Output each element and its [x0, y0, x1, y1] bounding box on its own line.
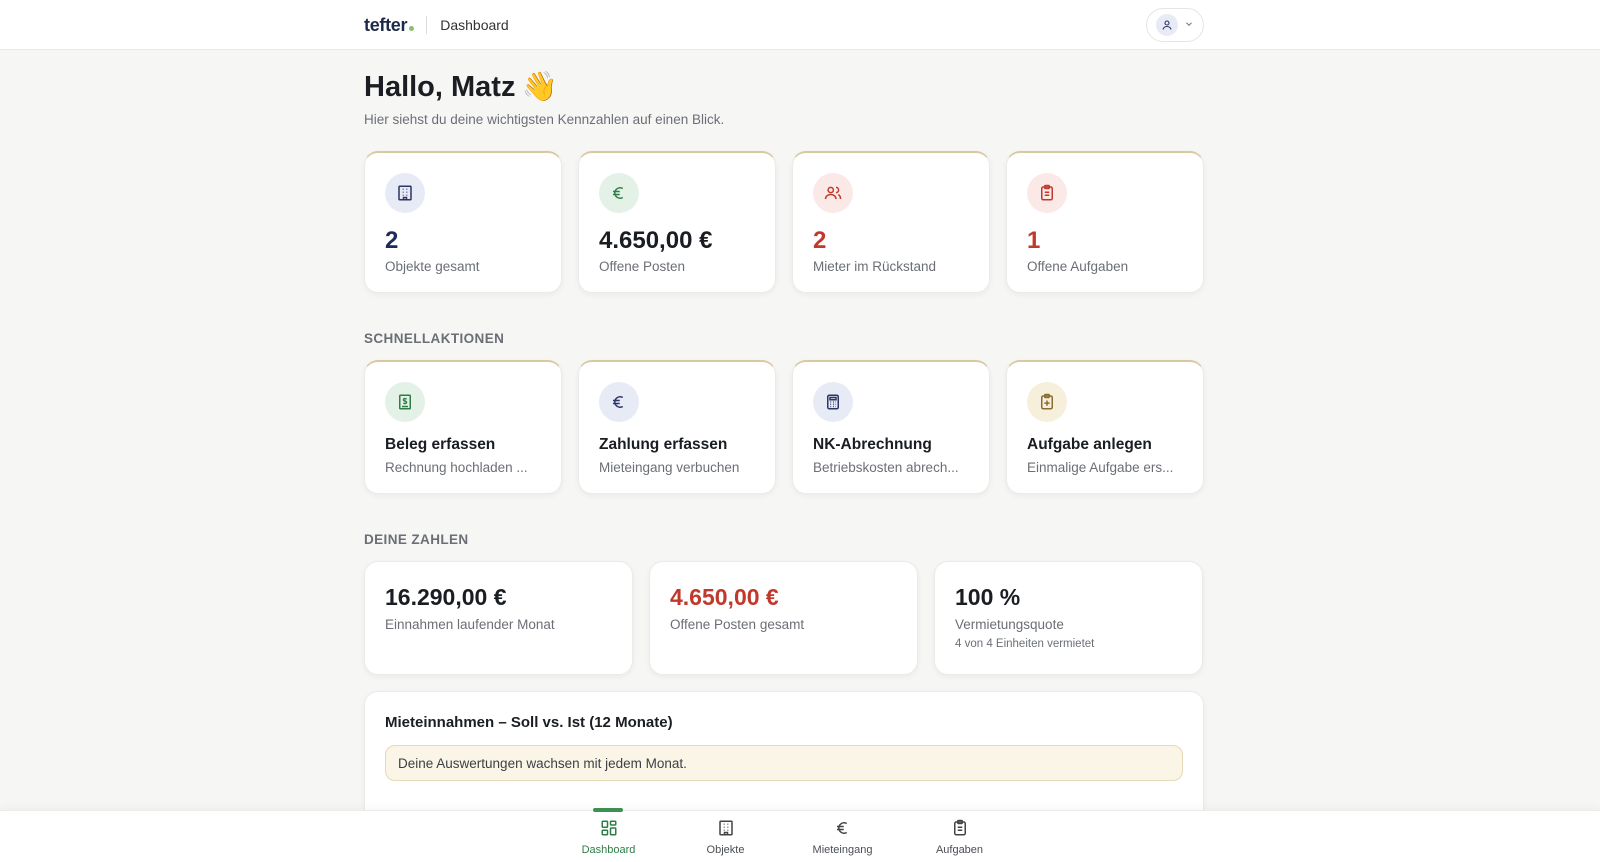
- action-card-payment[interactable]: Zahlung erfassen Mieteingang verbuchen: [578, 360, 776, 494]
- header-divider: [426, 16, 428, 34]
- euro-icon: [599, 382, 639, 422]
- kpi-value: 2: [385, 227, 399, 254]
- action-card-add-task[interactable]: Aufgabe anlegen Einmalige Aufgabe ers...: [1006, 360, 1204, 494]
- chart-title: Mieteinnahmen – Soll vs. Ist (12 Monate): [385, 714, 673, 731]
- action-title: Zahlung erfassen: [599, 436, 728, 453]
- action-card-nk-billing[interactable]: NK-Abrechnung Betriebskosten abrech...: [792, 360, 990, 494]
- number-label: Offene Posten gesamt: [670, 617, 805, 632]
- kpi-card-open-items[interactable]: 4.650,00 € Offene Posten: [578, 151, 776, 293]
- kpi-value: 4.650,00 €: [599, 227, 713, 254]
- header-title: Dashboard: [440, 17, 509, 33]
- kpi-label: Offene Posten: [599, 259, 686, 274]
- kpi-label: Mieter im Rückstand: [813, 259, 937, 274]
- calculator-icon: [813, 382, 853, 422]
- kpi-card-open-tasks[interactable]: 1 Offene Aufgaben: [1006, 151, 1204, 293]
- section-title-numbers: DEINE ZAHLEN: [364, 532, 469, 547]
- bottom-navigation: Dashboard Objekte Mieteingang Aufgaben: [0, 808, 1600, 862]
- chevron-down-icon: [1184, 16, 1194, 34]
- action-title: Aufgabe anlegen: [1027, 436, 1152, 453]
- user-avatar-icon: [1156, 14, 1178, 36]
- nav-label: Dashboard: [581, 843, 636, 856]
- user-menu-button[interactable]: [1146, 8, 1204, 42]
- chart-info-banner: Deine Auswertungen wachsen mit jedem Mon…: [385, 745, 1183, 781]
- grid-icon: [600, 819, 618, 842]
- number-label: Einnahmen laufender Monat: [385, 617, 555, 632]
- number-card-open-items-total: 4.650,00 € Offene Posten gesamt: [649, 561, 918, 675]
- action-subtitle: Mieteingang verbuchen: [599, 460, 740, 475]
- clipboard-icon: [1027, 173, 1067, 213]
- kpi-value: 1: [1027, 227, 1041, 254]
- building-icon: [385, 173, 425, 213]
- users-icon: [813, 173, 853, 213]
- number-card-income: 16.290,00 € Einnahmen laufender Monat: [364, 561, 633, 675]
- action-card-receipt[interactable]: Beleg erfassen Rechnung hochladen ...: [364, 360, 562, 494]
- numbers-row: 16.290,00 € Einnahmen laufender Monat 4.…: [364, 561, 1204, 675]
- number-value: 100 %: [955, 584, 1021, 610]
- quick-actions-row: Beleg erfassen Rechnung hochladen ... Za…: [364, 360, 1204, 494]
- number-value: 4.650,00 €: [670, 584, 779, 610]
- action-subtitle: Betriebskosten abrech...: [813, 460, 959, 475]
- action-title: Beleg erfassen: [385, 436, 496, 453]
- number-value: 16.290,00 €: [385, 584, 507, 610]
- logo[interactable]: tefter: [364, 14, 415, 36]
- section-title-quick-actions: SCHNELLAKTIONEN: [364, 331, 505, 346]
- kpi-label: Objekte gesamt: [385, 259, 480, 274]
- nav-label: Aufgaben: [935, 843, 984, 856]
- euro-icon: [599, 173, 639, 213]
- kpi-value: 2: [813, 227, 827, 254]
- logo-dot: [409, 25, 415, 31]
- page-title: Hallo, Matz 👋: [364, 70, 1204, 104]
- number-label: Vermietungsquote: [955, 617, 1064, 632]
- action-subtitle: Einmalige Aufgabe ers...: [1027, 460, 1174, 475]
- clipboard-icon: [951, 819, 969, 842]
- nav-item-dashboard[interactable]: Dashboard: [550, 808, 667, 862]
- clipboard-add-icon: [1027, 382, 1067, 422]
- action-subtitle: Rechnung hochladen ...: [385, 460, 528, 475]
- nav-label: Mieteingang: [812, 843, 873, 856]
- page-subtitle: Hier siehst du deine wichtigsten Kennzah…: [364, 112, 725, 127]
- logo-text: tefter: [364, 14, 408, 35]
- euro-icon: [834, 819, 852, 842]
- nav-label: Objekte: [706, 843, 745, 856]
- nav-item-tasks[interactable]: Aufgaben: [901, 811, 1018, 862]
- wave-emoji-icon: 👋: [521, 71, 558, 103]
- kpi-label: Offene Aufgaben: [1027, 259, 1129, 274]
- kpi-card-tenants-arrears[interactable]: 2 Mieter im Rückstand: [792, 151, 990, 293]
- nav-item-objects[interactable]: Objekte: [667, 811, 784, 862]
- main-content: Hallo, Matz 👋 Hier siehst du deine wicht…: [364, 50, 1204, 811]
- top-bar: tefter Dashboard: [0, 0, 1600, 50]
- nav-item-rent-income[interactable]: Mieteingang: [784, 811, 901, 862]
- number-note: 4 von 4 Einheiten vermietet: [955, 638, 1095, 650]
- number-card-occupancy: 100 % Vermietungsquote 4 von 4 Einheiten…: [934, 561, 1203, 675]
- kpi-row: 2 Objekte gesamt 4.650,00 € Offene Poste…: [364, 151, 1204, 293]
- action-title: NK-Abrechnung: [813, 436, 932, 453]
- kpi-card-objects[interactable]: 2 Objekte gesamt: [364, 151, 562, 293]
- receipt-icon: [385, 382, 425, 422]
- greeting-text: Hallo, Matz: [364, 70, 516, 103]
- building-icon: [717, 819, 735, 842]
- rent-income-chart-card: Mieteinnahmen – Soll vs. Ist (12 Monate)…: [364, 691, 1204, 811]
